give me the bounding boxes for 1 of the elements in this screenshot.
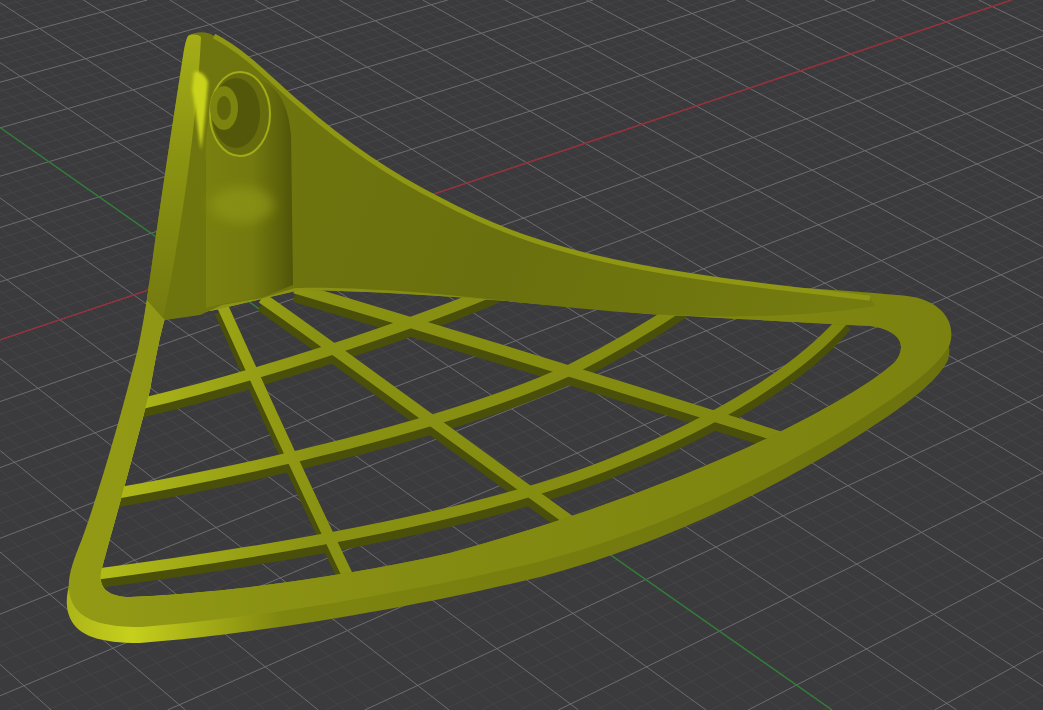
3d-viewport[interactable] — [0, 0, 1043, 710]
